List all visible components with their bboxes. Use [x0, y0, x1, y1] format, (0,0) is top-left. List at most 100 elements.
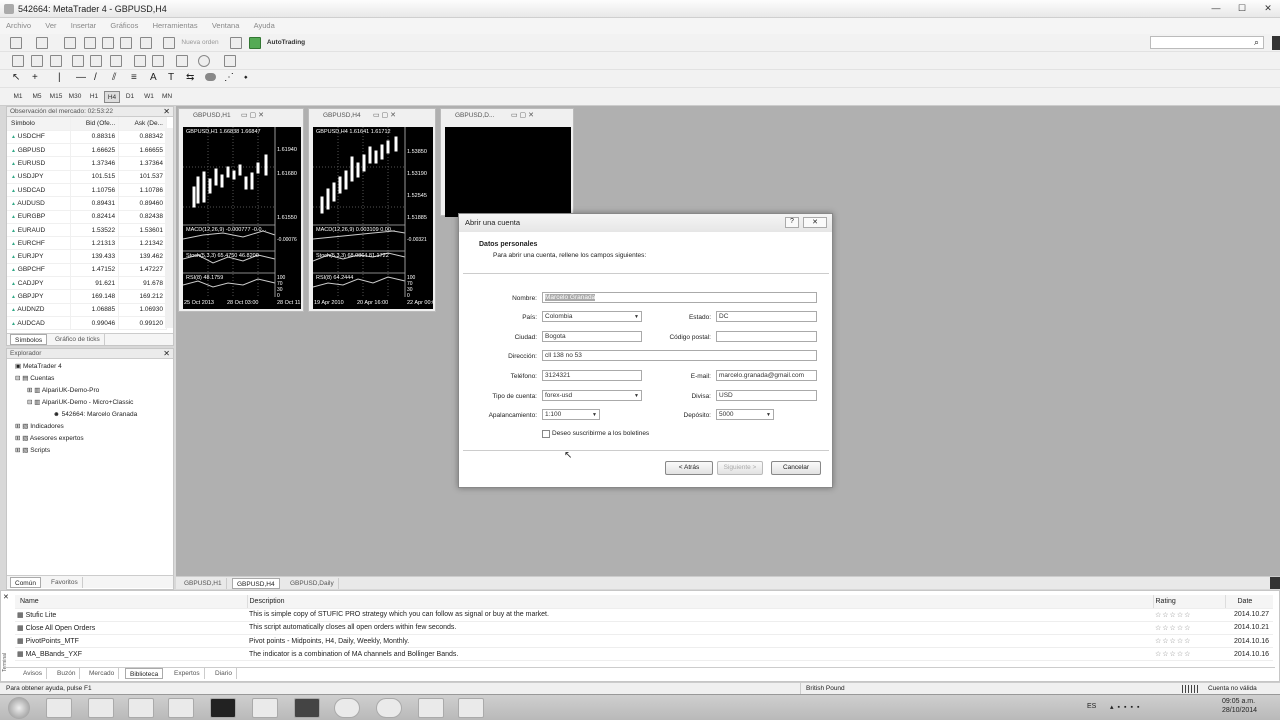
- chart-canvas[interactable]: GBPUSD,H4 1.61641 1.61712 1.53850 1.5319…: [313, 127, 433, 309]
- tf-m15[interactable]: M15: [47, 91, 65, 103]
- close-icon[interactable]: ✕: [163, 107, 170, 116]
- chart-tab[interactable]: GBPUSD,Daily: [286, 578, 339, 589]
- tf-m30[interactable]: M30: [66, 91, 84, 103]
- tester-icon[interactable]: [140, 37, 152, 49]
- taskbar-app-icon[interactable]: [418, 698, 444, 718]
- newsletter-checkbox[interactable]: [542, 430, 550, 438]
- table-row[interactable]: ▲ AUDCAD 0.99046 0.99120: [7, 316, 167, 331]
- scroll-arrow-icon[interactable]: [1270, 577, 1280, 589]
- table-row[interactable]: ▲ AUDUSD 0.89431 0.89460: [7, 196, 167, 211]
- clock-date[interactable]: 28/10/2014: [1222, 707, 1257, 714]
- menu-insertar[interactable]: Insertar: [65, 18, 102, 30]
- state-field[interactable]: DC: [716, 311, 817, 322]
- chrome-icon[interactable]: [334, 698, 360, 718]
- tab-market[interactable]: Mercado: [85, 668, 120, 679]
- arrows-icon[interactable]: ⇆: [186, 72, 194, 83]
- vertical-line-icon[interactable]: |: [58, 72, 61, 83]
- new-order-icon[interactable]: [163, 37, 175, 49]
- crosshair-icon[interactable]: +: [32, 72, 38, 83]
- tree-server1[interactable]: ⊞ ▥ AlpariUK-Demo-Pro: [27, 385, 99, 397]
- table-row[interactable]: ▲ EURGBP 0.82414 0.82438: [7, 210, 167, 224]
- templates-icon[interactable]: [224, 55, 236, 67]
- close-icon[interactable]: ✕: [163, 349, 170, 358]
- tf-w1[interactable]: W1: [141, 91, 157, 103]
- rating-stars-icon[interactable]: ☆☆☆☆☆: [1153, 608, 1225, 622]
- table-row[interactable]: ▦ Close All Open Orders This script autom…: [15, 621, 1273, 636]
- indicators-icon[interactable]: [176, 55, 188, 67]
- col-name[interactable]: Name: [15, 595, 248, 609]
- horizontal-line-icon[interactable]: —: [76, 72, 86, 83]
- zip-field[interactable]: [716, 331, 817, 342]
- account-type-select[interactable]: forex-usd: [542, 390, 642, 401]
- tab-journal[interactable]: Diario: [211, 668, 237, 679]
- tf-m5[interactable]: M5: [29, 91, 45, 103]
- tile-windows-icon[interactable]: [110, 55, 122, 67]
- rating-stars-icon[interactable]: ☆☆☆☆☆: [1153, 621, 1225, 636]
- currency-field[interactable]: USD: [716, 390, 817, 401]
- table-row[interactable]: ▲ GBPJPY 169.148 169.212: [7, 289, 167, 304]
- tree-accounts[interactable]: ⊟ ▤ Cuentas: [15, 373, 54, 385]
- metaeditor-icon[interactable]: [230, 37, 242, 49]
- tab-tick-chart[interactable]: Gráfico de ticks: [51, 334, 105, 345]
- community-icon[interactable]: [1272, 36, 1280, 50]
- address-field[interactable]: cll 138 no 53: [542, 350, 817, 361]
- shapes-icon[interactable]: ⬩: [244, 72, 248, 83]
- menu-ver[interactable]: Ver: [39, 18, 62, 30]
- tray-icons[interactable]: ▴▪▪▪▪: [1110, 703, 1143, 711]
- tab-mailbox[interactable]: Buzón: [53, 668, 81, 679]
- menu-archivo[interactable]: Archivo: [0, 18, 37, 30]
- table-row[interactable]: ▲ EURUSD 1.37346 1.37364: [7, 156, 167, 171]
- rating-stars-icon[interactable]: ☆☆☆☆☆: [1153, 634, 1225, 649]
- taskbar-app-icon[interactable]: [458, 698, 484, 718]
- zoom-in-icon[interactable]: [72, 55, 84, 67]
- table-row[interactable]: ▦ Stufic Lite This is simple copy of STUF…: [15, 608, 1273, 622]
- tab-alerts[interactable]: Avisos: [19, 668, 48, 679]
- table-row[interactable]: ▦ MA_BBands_YXF The indicator is a combin…: [15, 647, 1273, 662]
- chart-canvas[interactable]: [445, 127, 571, 217]
- tab-experts[interactable]: Expertos: [170, 668, 205, 679]
- autoscroll-icon[interactable]: [152, 55, 164, 67]
- zoom-out-icon[interactable]: [90, 55, 102, 67]
- close-icon[interactable]: ✕: [1256, 1, 1280, 15]
- tree-root[interactable]: ▣ MetaTrader 4: [15, 361, 62, 373]
- city-field[interactable]: Bogota: [542, 331, 642, 342]
- text-label-icon[interactable]: T: [168, 72, 174, 83]
- terminal-icon[interactable]: [120, 37, 132, 49]
- maximize-icon[interactable]: ☐: [1230, 1, 1254, 15]
- tf-d1[interactable]: D1: [122, 91, 138, 103]
- table-row[interactable]: ▲ GBPUSD 1.66625 1.66655: [7, 143, 167, 158]
- col-rating[interactable]: Rating: [1153, 595, 1226, 609]
- tab-symbols[interactable]: Símbolos: [10, 334, 48, 345]
- clock-time[interactable]: 09:05 a.m.: [1222, 698, 1255, 705]
- minimize-icon[interactable]: ▭ ▢ ✕: [511, 111, 534, 119]
- table-row[interactable]: ▲ EURCHF 1.21313 1.21342: [7, 236, 167, 251]
- profiles-icon[interactable]: [36, 37, 48, 49]
- chart-shift-icon[interactable]: [134, 55, 146, 67]
- tree-server2[interactable]: ⊟ ▥ AlpariUK-Demo - Micro+Classic: [27, 397, 133, 409]
- table-row[interactable]: ▲ USDJPY 101.515 101.537: [7, 170, 167, 184]
- next-button[interactable]: Siguiente >: [717, 461, 763, 475]
- col-date[interactable]: Date: [1225, 595, 1273, 609]
- minimize-icon[interactable]: ▭ ▢ ✕: [241, 111, 264, 119]
- tree-account[interactable]: ☻ 542664: Marcelo Granada: [53, 409, 137, 421]
- help-icon[interactable]: ?: [785, 217, 799, 228]
- menu-ayuda[interactable]: Ayuda: [248, 18, 281, 30]
- cancel-button[interactable]: Cancelar: [771, 461, 821, 475]
- new-order-button[interactable]: Nueva orden: [176, 37, 224, 49]
- text-icon[interactable]: A: [150, 72, 157, 83]
- table-row[interactable]: ▲ EURAUD 1.53522 1.53601: [7, 223, 167, 238]
- taskbar-app-icon[interactable]: [168, 698, 194, 718]
- tree-experts[interactable]: ⊞ ▧ Asesores expertos: [15, 433, 84, 445]
- taskbar-app-icon[interactable]: [88, 698, 114, 718]
- skype-icon[interactable]: [376, 698, 402, 718]
- menu-ventana[interactable]: Ventana: [206, 18, 246, 30]
- data-window-icon[interactable]: [84, 37, 96, 49]
- tab-favorites[interactable]: Favoritos: [47, 577, 83, 588]
- chart-window-gbpusd-daily[interactable]: GBPUSD,D... ▭ ▢ ✕: [440, 108, 574, 217]
- tf-m1[interactable]: M1: [10, 91, 26, 103]
- tab-common[interactable]: Común: [10, 577, 41, 588]
- tab-library[interactable]: Biblioteca: [125, 668, 164, 679]
- phone-field[interactable]: 3124321: [542, 370, 642, 381]
- tf-h4[interactable]: H4: [104, 91, 120, 103]
- chart-canvas[interactable]: GBPUSD,H1 1.66838 1.66847 1.61940 1.6168…: [183, 127, 301, 309]
